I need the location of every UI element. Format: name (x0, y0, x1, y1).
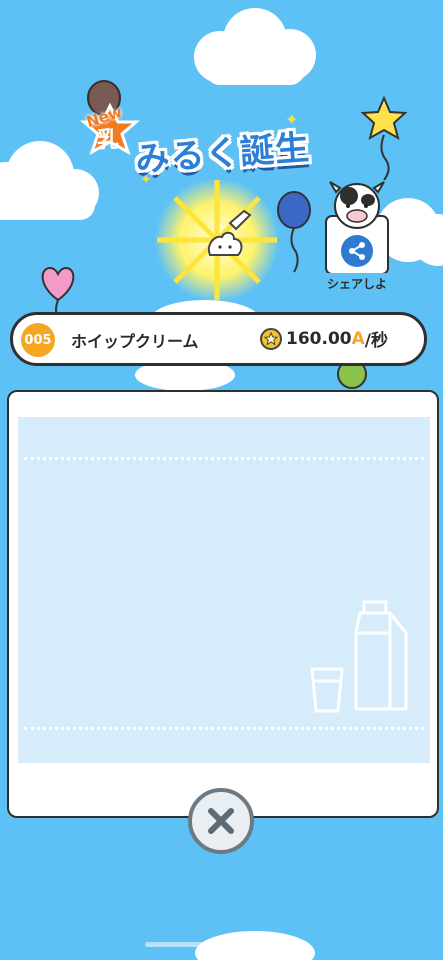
page-title: みるく誕生 (134, 127, 312, 181)
star-coin-icon (260, 327, 282, 350)
rate-unit: A (351, 328, 365, 349)
share-label[interactable]: シェアしよ (322, 275, 392, 292)
cloud (194, 8, 316, 85)
home-indicator[interactable] (145, 942, 301, 947)
green-balloon-icon (337, 362, 367, 389)
share-icon[interactable] (340, 234, 374, 268)
close-icon[interactable] (192, 792, 250, 850)
close-button[interactable] (188, 788, 254, 854)
panel-illustration-area (18, 417, 430, 763)
level-badge: 005 (21, 323, 55, 357)
item-name: ホイップクリーム (71, 332, 199, 351)
production-rate: 160.00 A /秒 (260, 326, 388, 351)
milk-carton-icon (354, 600, 408, 711)
content-panel (7, 390, 439, 818)
whipped-cream-icon (208, 209, 252, 256)
kanji-badge: 乳 (97, 128, 120, 153)
game-scene: New 乳 みるく誕生 ✦ ✦ シェアしよ 005 ホイップクリーム 160.0… (0, 0, 443, 960)
share-button[interactable]: シェアしよ (322, 178, 392, 298)
milk-glass-icon (310, 667, 344, 713)
sparkle-icon: ✦ (285, 110, 299, 129)
yellow-star-balloon-icon (360, 95, 408, 181)
rate-per: /秒 (364, 331, 388, 351)
rate-value: 160.00 (286, 328, 352, 349)
item-info-bar: 005 ホイップクリーム 160.00 A /秒 (10, 312, 427, 366)
dotted-divider (24, 727, 424, 730)
dotted-divider (24, 457, 424, 460)
